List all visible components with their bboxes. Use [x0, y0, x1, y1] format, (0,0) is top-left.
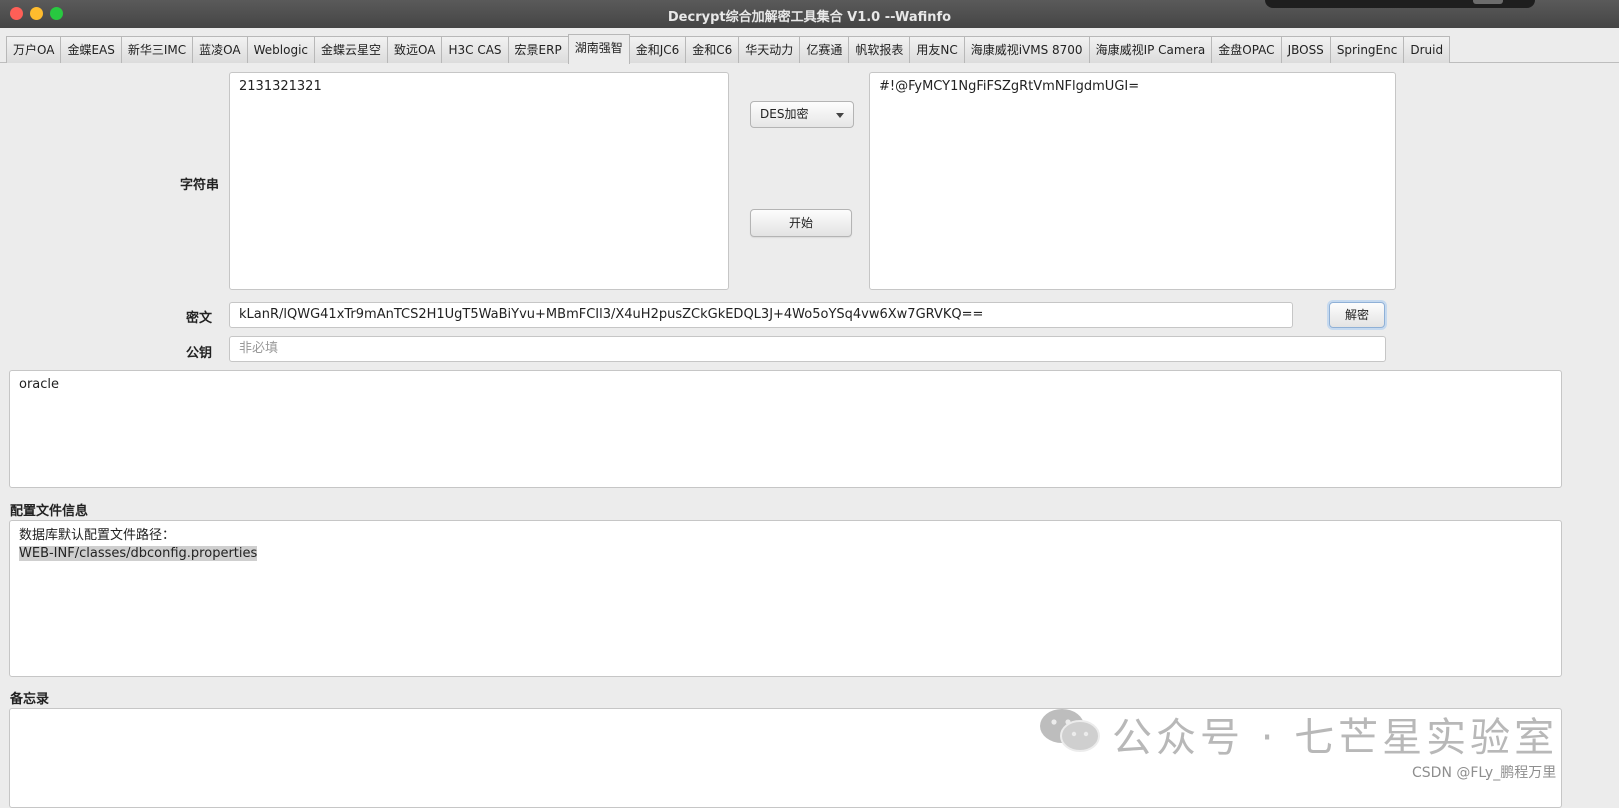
plaintext-value: 2131321321 — [239, 79, 322, 94]
decrypt-button[interactable]: 解密 — [1329, 302, 1385, 328]
encrypt-output[interactable]: #!@FyMCY1NgFiFSZgRtVmNFlgdmUGI= — [869, 72, 1396, 290]
tab-item[interactable]: 金盘OPAC — [1211, 36, 1282, 63]
pubkey-placeholder: 非必填 — [239, 341, 279, 356]
tab-item[interactable]: 海康威视iVMS 8700 — [963, 36, 1090, 63]
memo-label: 备忘录 — [10, 692, 50, 707]
config-info-area[interactable]: 数据库默认配置文件路径： WEB-INF/classes/dbconfig.pr… — [9, 520, 1562, 677]
tab-item[interactable]: 蓝凌OA — [192, 36, 248, 63]
tab-item[interactable]: 用友NC — [909, 36, 965, 63]
tab-item[interactable]: Weblogic — [246, 36, 315, 63]
tab-list: 万户OA 金蝶EAS 新华三IMC 蓝凌OA Weblogic 金蝶云星空 致远OA H3C … — [6, 34, 1451, 64]
chevron-down-icon — [836, 113, 844, 118]
config-line-2: WEB-INF/classes/dbconfig.properties — [19, 546, 258, 561]
tab-item[interactable]: 新华三IMC — [120, 36, 194, 63]
watermark-text: 公众号 · 七芒星实验室 — [1112, 715, 1559, 761]
tab-item[interactable]: JBOSS — [1280, 36, 1331, 63]
decrypt-result-value: oracle — [19, 377, 60, 392]
window-title: Decrypt综合加解密工具集合 V1.0 --Wafinfo — [667, 10, 952, 25]
string-label: 字符串 — [180, 178, 220, 193]
start-button[interactable]: 开始 — [750, 209, 852, 237]
decrypt-result[interactable]: oracle — [9, 370, 1562, 488]
tab-item[interactable]: 金和JC6 — [628, 36, 687, 63]
tab-item[interactable]: 帆软报表 — [848, 36, 911, 63]
tab-item[interactable]: 金蝶EAS — [60, 36, 122, 63]
csdn-watermark: CSDN @FLy_鹏程万里 — [1412, 765, 1557, 781]
cipher-label: 密文 — [186, 311, 213, 326]
config-label: 配置文件信息 — [10, 504, 89, 519]
cipher-input[interactable]: kLanR/lQWG41xTr9mAnTCS2H1UgT5WaBiYvu+MBm… — [229, 302, 1293, 328]
config-line-1: 数据库默认配置文件路径： — [19, 528, 176, 543]
tab-item[interactable]: 致远OA — [387, 36, 443, 63]
plaintext-input[interactable]: 2131321321 — [229, 72, 729, 290]
tab-item[interactable]: 湖南强智 — [567, 34, 630, 64]
wechat-icon — [1040, 709, 1100, 752]
tab-bar: 万户OA 金蝶EAS 新华三IMC 蓝凌OA Weblogic 金蝶云星空 致远OA H3C … — [0, 34, 1619, 64]
tab-item[interactable]: Druid — [1403, 36, 1451, 63]
tab-item[interactable]: 华天动力 — [738, 36, 801, 63]
tab-item[interactable]: 海康威视IP Camera — [1088, 36, 1213, 63]
tab-item[interactable]: 金蝶云星空 — [314, 36, 389, 63]
pubkey-input[interactable]: 非必填 — [229, 336, 1386, 362]
encrypt-mode-select[interactable]: DES加密 — [750, 101, 854, 128]
tab-item[interactable]: 金和C6 — [685, 36, 740, 63]
encrypt-mode-value: DES加密 — [760, 107, 809, 121]
tab-item[interactable]: 亿赛通 — [799, 36, 850, 63]
cipher-value: kLanR/lQWG41xTr9mAnTCS2H1UgT5WaBiYvu+MBm… — [239, 307, 984, 322]
encrypt-output-value: #!@FyMCY1NgFiFSZgRtVmNFlgdmUGI= — [879, 79, 1140, 94]
tab-item[interactable]: H3C CAS — [441, 36, 509, 63]
tab-item[interactable]: 宏景ERP — [507, 36, 569, 63]
tab-item[interactable]: 万户OA — [6, 36, 62, 63]
overlay-panel — [1265, 0, 1535, 8]
pubkey-label: 公钥 — [186, 346, 213, 361]
tab-item[interactable]: SpringEnc — [1329, 36, 1405, 63]
